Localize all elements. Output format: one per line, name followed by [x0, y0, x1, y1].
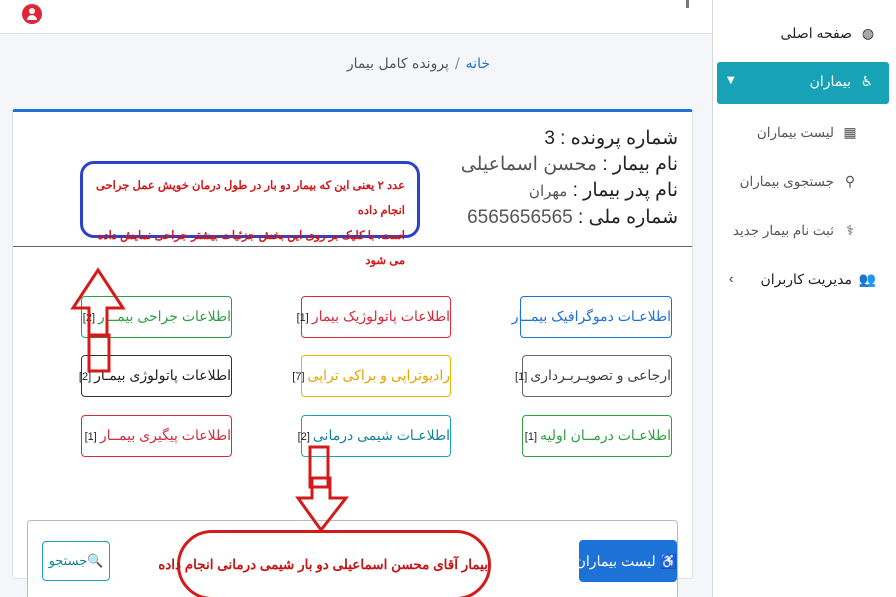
radiotherapy-button[interactable]: رادیوتراپی و براکی تراپی[7] — [292, 355, 451, 397]
sidebar-patients-search-label: جستجوی بیماران — [739, 174, 834, 189]
demographic-info-button[interactable]: اطلاعـات دموگرافیک بیمــار — [512, 296, 672, 338]
sidebar-item-home[interactable]: ◍ صفحه اصلی — [781, 25, 876, 42]
patient-name-value: محسن اسماعیلی — [460, 154, 598, 175]
search-icon: ⚲ — [844, 173, 856, 189]
breadcrumb-current: پرونده کامل بیمار — [346, 56, 449, 72]
sidebar-item-patients-list[interactable]: ▦ لیست بیماران — [757, 124, 858, 141]
pathology-patient-label: اطلاعات پاتولوژی بیمـار — [94, 367, 231, 383]
content-area: خانه / پرونده کامل بیمار شماره پرونده : 3 … — [0, 34, 712, 597]
patients-list-button-label: لیست بیماران — [575, 553, 656, 569]
primary-treatment-count: [1] — [524, 431, 538, 443]
scrollbar-handle[interactable] — [686, 0, 689, 8]
annotation-top-line1: عدد ۲ یعنی این که بیمار دو بار در طول در… — [95, 180, 405, 217]
chemotherapy-count: [2] — [297, 431, 310, 443]
followup-info-count: [1] — [84, 431, 97, 443]
wheelchair-icon: ♿ — [659, 553, 677, 569]
referral-imaging-count: [1] — [515, 371, 528, 383]
radiotherapy-count: [7] — [292, 371, 305, 383]
patient-info: شماره پرونده : 3 نام بیمار : محسن اسماعی… — [408, 126, 678, 231]
father-name-label: نام پدر بیمار : — [572, 180, 678, 201]
followup-info-label: اطلاعات پیگیری بیمــار — [99, 427, 231, 443]
referral-imaging-label: ارجاعی و تصویـربـرداری — [530, 367, 671, 383]
annotation-callout-bottom: بیمار آقای محسن اسماعیلی دو بار شیمی درم… — [158, 530, 491, 597]
sidebar: ◍ صفحه اصلی ♿ بیماران ▼ ▦ لیست بیماران ⚲ جست… — [712, 0, 896, 597]
sidebar-patients-list-label: لیست بیماران — [756, 125, 834, 140]
father-name-row: نام پدر بیمار : مهران — [408, 178, 678, 205]
breadcrumb-separator: / — [454, 56, 460, 72]
referral-imaging-button[interactable]: ارجاعی و تصویـربـرداری[1] — [515, 355, 672, 397]
users-icon: 👥 — [858, 271, 876, 287]
hospital-icon: ▦ — [843, 124, 857, 140]
pathologic-info-count: [1] — [296, 312, 309, 324]
top-navbar — [0, 0, 712, 34]
patient-record-card: شماره پرونده : 3 نام بیمار : محسن اسماعی… — [12, 109, 693, 597]
dashboard-icon: ◍ — [861, 25, 875, 41]
sidebar-item-patients[interactable]: ♿ بیماران ▼ — [717, 62, 889, 104]
file-number-value: 3 — [544, 128, 555, 149]
divider — [13, 246, 692, 247]
breadcrumb-home-link[interactable]: خانه — [466, 56, 490, 72]
national-id-label: شماره ملی : — [578, 207, 678, 228]
father-name-value: مهران — [528, 183, 568, 200]
file-number-row: شماره پرونده : 3 — [408, 126, 678, 152]
search-button[interactable]: 🔍جستجو — [42, 541, 110, 581]
breadcrumb: خانه / پرونده کامل بیمار — [347, 56, 490, 72]
sidebar-new-patient-label: ثبت نام بیمار جدید — [732, 223, 834, 238]
wheelchair-icon: ♿ — [860, 74, 874, 90]
sidebar-user-management-label: مدیریت کاربران — [760, 271, 853, 287]
search-plus-icon: 🔍 — [87, 553, 104, 568]
sidebar-home-label: صفحه اصلی — [780, 25, 852, 41]
sidebar-item-new-patient[interactable]: ⚕ ثبت نام بیمار جدید — [733, 222, 858, 239]
search-button-label: جستجو — [48, 553, 88, 568]
demographic-info-label: اطلاعـات دموگرافیک بیمــار — [511, 308, 671, 324]
chemotherapy-label: اطلاعـات شیمی درمانی — [312, 427, 450, 443]
annotation-callout-top: عدد ۲ یعنی این که بیمار دو بار در طول در… — [80, 161, 420, 267]
primary-treatment-label: اطلاعـات درمــان اولیه — [540, 427, 671, 443]
surgery-count-highlight — [87, 333, 111, 373]
radiotherapy-label: رادیوتراپی و براکی تراپی — [307, 367, 450, 383]
patient-name-row: نام بیمار : محسن اسماعیلی — [408, 152, 678, 178]
sidebar-item-user-management[interactable]: 👥 مدیریت کاربران — [761, 271, 877, 288]
chevron-left-icon[interactable]: › — [729, 271, 733, 286]
user-circle-icon[interactable] — [22, 4, 42, 24]
arrow-up-icon — [70, 267, 126, 338]
chevron-down-icon: ▼ — [727, 75, 735, 86]
patient-name-label: نام بیمار : — [602, 154, 678, 175]
arrow-down-icon — [295, 476, 350, 533]
pathologic-info-button[interactable]: اطلاعات پاتولوژیک بیمار[1] — [297, 296, 451, 338]
primary-treatment-button[interactable]: اطلاعـات درمــان اولیه[1] — [522, 415, 672, 457]
patients-list-button[interactable]: ♿ لیست بیماران — [575, 540, 677, 582]
sidebar-patients-label: بیماران — [809, 74, 851, 90]
sidebar-item-patients-search[interactable]: ⚲ جستجوی بیماران — [740, 173, 858, 190]
stethoscope-icon: ⚕ — [846, 222, 854, 238]
national-id-value: 6565656565 — [467, 207, 573, 228]
annotation-top-line2: است. با کلیک بر روی این بخش جزئیات بیشتر… — [97, 230, 405, 267]
file-number-label: شماره پرونده : — [560, 128, 678, 149]
pathologic-info-label: اطلاعات پاتولوژیک بیمار — [311, 308, 450, 324]
national-id-row: شماره ملی : 6565656565 — [408, 205, 678, 231]
followup-info-button[interactable]: اطلاعات پیگیری بیمــار[1] — [81, 415, 232, 457]
